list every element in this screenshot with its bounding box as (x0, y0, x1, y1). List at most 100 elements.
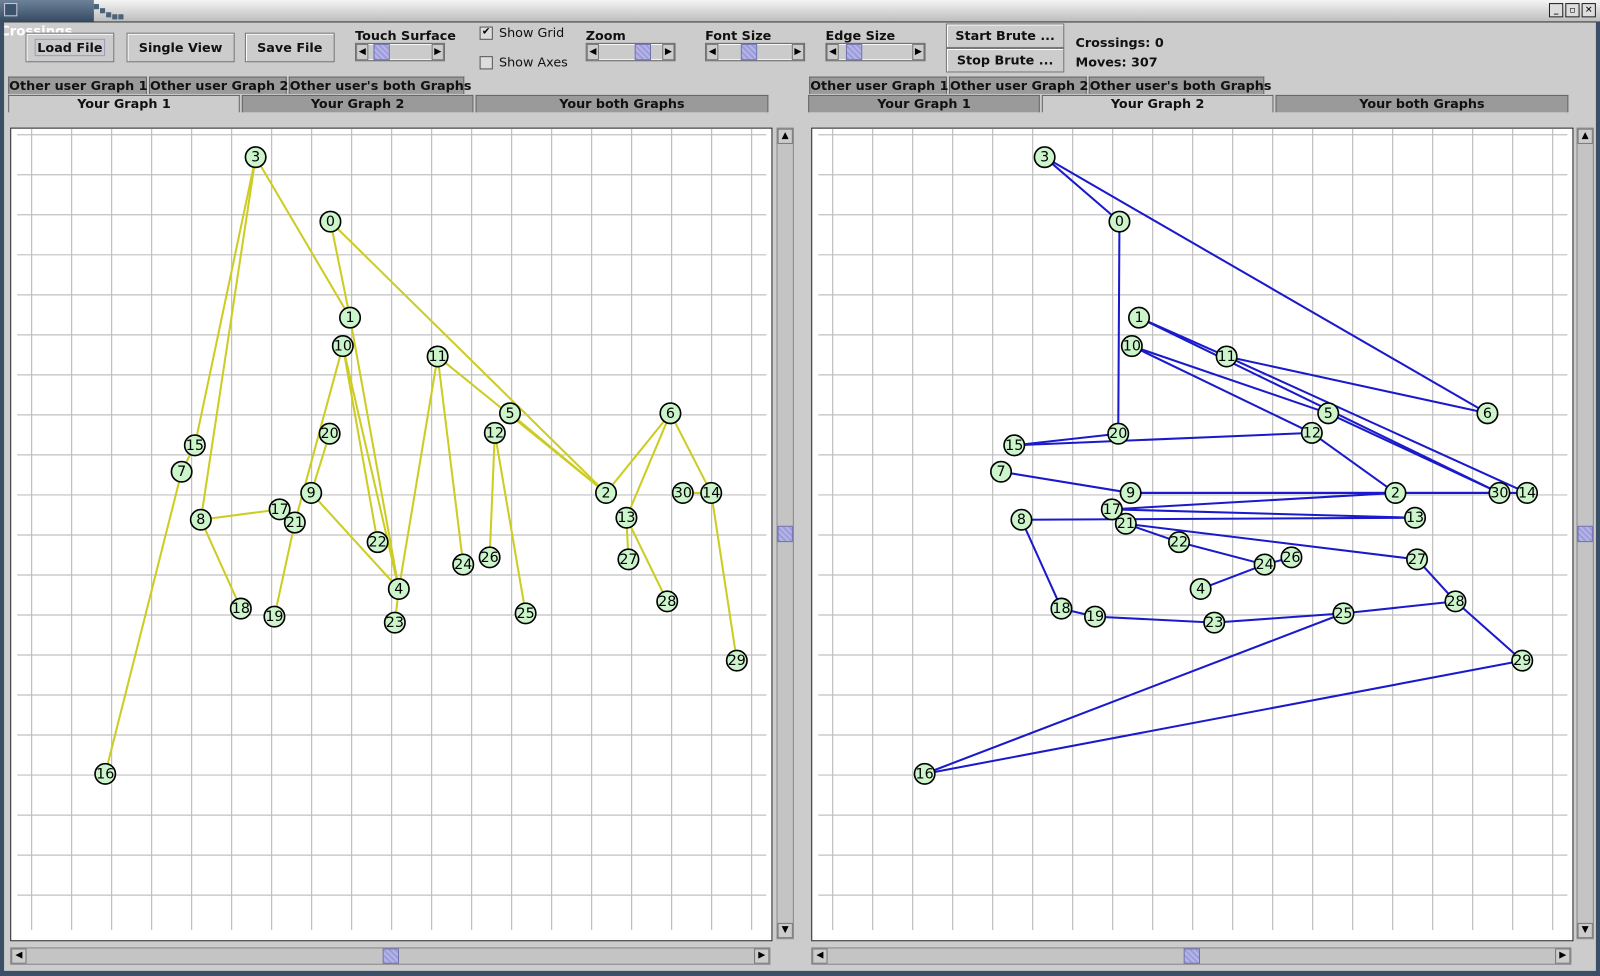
node-0[interactable]: 0 (319, 210, 342, 233)
node-12[interactable]: 12 (483, 421, 506, 444)
node-3[interactable]: 3 (244, 146, 267, 169)
node-13[interactable]: 13 (615, 506, 638, 529)
node-29[interactable]: 29 (1511, 649, 1534, 672)
slider-right-arrow-icon[interactable]: ▶ (912, 43, 925, 61)
load-file-button[interactable]: Load File (25, 32, 115, 63)
node-24[interactable]: 24 (1253, 553, 1276, 576)
node-5[interactable]: 5 (499, 402, 522, 425)
zoom-slider[interactable]: ◀ ▶ (585, 42, 676, 62)
graph-drawing[interactable]: 012345 6789101112131415161718192021222324… (11, 128, 771, 941)
node-11[interactable]: 11 (1215, 345, 1238, 368)
touch-surface-slider[interactable]: ◀ ▶ (355, 42, 445, 62)
node-3[interactable]: 3 (1033, 146, 1056, 169)
vertical-scrollbar-2[interactable]: ▲ ▼ (1576, 127, 1594, 940)
node-1[interactable]: 1 (1128, 306, 1151, 329)
node-19[interactable]: 19 (263, 605, 286, 628)
node-21[interactable]: 21 (1114, 512, 1137, 535)
node-21[interactable]: 21 (283, 511, 306, 534)
graph-canvas-1[interactable]: 0 1 2 3 4 5 6 7 8 9 10 11 12 13 14 15 16 17 18 19 20 21 22 23 24… (10, 127, 773, 942)
node-18[interactable]: 18 (229, 597, 252, 620)
node-10[interactable]: 10 (1120, 335, 1143, 358)
font-size-slider[interactable]: ◀ ▶ (705, 42, 806, 62)
node-23[interactable]: 23 (383, 611, 406, 634)
node-12[interactable]: 12 (1300, 421, 1323, 444)
node-13[interactable]: 13 (1404, 506, 1427, 529)
show-axes-checkbox[interactable] (479, 56, 493, 70)
tab-other-users-both-graphs[interactable]: Other user's both Graphs (288, 76, 471, 94)
node-26[interactable]: 26 (478, 546, 501, 569)
scroll-up-arrow-icon[interactable]: ▲ (1577, 128, 1593, 144)
edge-size-slider[interactable]: ◀ ▶ (825, 42, 926, 62)
node-0[interactable]: 0 (1108, 210, 1131, 233)
node-26[interactable]: 26 (1280, 546, 1303, 569)
tab-other-user-graph-2[interactable]: Other user Graph 2 (948, 76, 1088, 94)
node-22[interactable]: 22 (1168, 531, 1191, 554)
restore-button[interactable]: ▫ (1565, 3, 1580, 18)
node-9[interactable]: 9 (1119, 481, 1142, 504)
node-15[interactable]: 15 (183, 434, 206, 457)
tab-your-graph-1[interactable]: Your Graph 1 (8, 94, 240, 113)
node-1[interactable]: 1 (339, 306, 362, 329)
node-10[interactable]: 10 (331, 335, 354, 358)
tab-other-user-graph-1[interactable]: Other user Graph 1 (8, 76, 148, 94)
vertical-scrollbar-1[interactable]: ▲ ▼ (776, 127, 794, 940)
single-view-button[interactable]: Single View (126, 32, 235, 63)
node-4[interactable]: 4 (387, 577, 410, 601)
node-6[interactable]: 6 (659, 402, 682, 425)
slider-thumb[interactable] (373, 43, 390, 61)
node-23[interactable]: 23 (1203, 611, 1226, 634)
node-27[interactable]: 27 (617, 548, 640, 571)
slider-left-arrow-icon[interactable]: ◀ (586, 43, 599, 61)
slider-right-arrow-icon[interactable]: ▶ (431, 43, 444, 61)
save-file-button[interactable]: Save File (244, 32, 335, 63)
node-18[interactable]: 18 (1050, 597, 1073, 620)
scroll-thumb[interactable] (1577, 525, 1593, 542)
slider-thumb[interactable] (634, 43, 651, 61)
node-25[interactable]: 25 (514, 602, 537, 625)
node-20[interactable]: 20 (318, 422, 341, 445)
scroll-thumb[interactable] (1183, 948, 1200, 964)
window-menu-icon[interactable] (4, 3, 18, 17)
close-button[interactable]: ✕ (1581, 3, 1596, 18)
node-24[interactable]: 24 (452, 553, 475, 576)
scroll-left-arrow-icon[interactable]: ◀ (11, 948, 27, 964)
node-14[interactable]: 14 (700, 481, 723, 504)
node-22[interactable]: 22 (366, 531, 389, 554)
tab-your-graph-2[interactable]: Your Graph 2 (1041, 94, 1274, 113)
scroll-down-arrow-icon[interactable]: ▼ (1577, 922, 1593, 939)
scroll-up-arrow-icon[interactable]: ▲ (777, 128, 793, 144)
tab-other-user-graph-1[interactable]: Other user Graph 1 (809, 76, 949, 94)
node-6[interactable]: 6 (1476, 402, 1499, 425)
scroll-thumb[interactable] (382, 948, 399, 964)
slider-left-arrow-icon[interactable]: ◀ (356, 43, 369, 61)
scroll-thumb[interactable] (777, 525, 793, 542)
node-29[interactable]: 29 (725, 649, 748, 672)
node-25[interactable]: 25 (1332, 602, 1355, 625)
slider-right-arrow-icon[interactable]: ▶ (662, 43, 675, 61)
scroll-left-arrow-icon[interactable]: ◀ (812, 948, 828, 964)
node-2[interactable]: 2 (1384, 481, 1407, 504)
node-8[interactable]: 8 (189, 508, 212, 531)
node-8[interactable]: 8 (1010, 508, 1033, 531)
tab-your-graph-2[interactable]: Your Graph 2 (241, 94, 474, 113)
start-brute-button[interactable]: Start Brute ... (945, 23, 1065, 48)
graph-canvas-2[interactable]: 0 1 2 3 4 5 6 7 8 9 10 11 12 13 14 15 16 17 18 19 20 21 22 23 24… (811, 127, 1574, 942)
slider-right-arrow-icon[interactable]: ▶ (791, 43, 805, 61)
slider-thumb[interactable] (741, 43, 758, 61)
tab-other-user-graph-2[interactable]: Other user Graph 2 (148, 76, 288, 94)
node-28[interactable]: 28 (1444, 590, 1467, 613)
graph-drawing[interactable]: 012345 6789101112131415161718192021222324… (812, 128, 1572, 941)
tab-other-users-both-graphs[interactable]: Other user's both Graphs (1088, 76, 1271, 94)
title-bar[interactable]: Crossings _ ▫ ✕ (0, 0, 1600, 40)
node-20[interactable]: 20 (1107, 422, 1130, 445)
node-7[interactable]: 7 (170, 460, 193, 483)
node-7[interactable]: 7 (990, 460, 1013, 483)
node-16[interactable]: 16 (913, 762, 936, 785)
scroll-right-arrow-icon[interactable]: ▶ (754, 948, 770, 964)
show-grid-checkbox[interactable]: ✔ (479, 26, 493, 40)
node-28[interactable]: 28 (656, 590, 679, 613)
node-14[interactable]: 14 (1516, 481, 1539, 504)
tab-your-both-graphs[interactable]: Your both Graphs (475, 94, 769, 113)
tab-your-graph-1[interactable]: Your Graph 1 (808, 94, 1040, 113)
minimize-button[interactable]: _ (1548, 3, 1564, 18)
